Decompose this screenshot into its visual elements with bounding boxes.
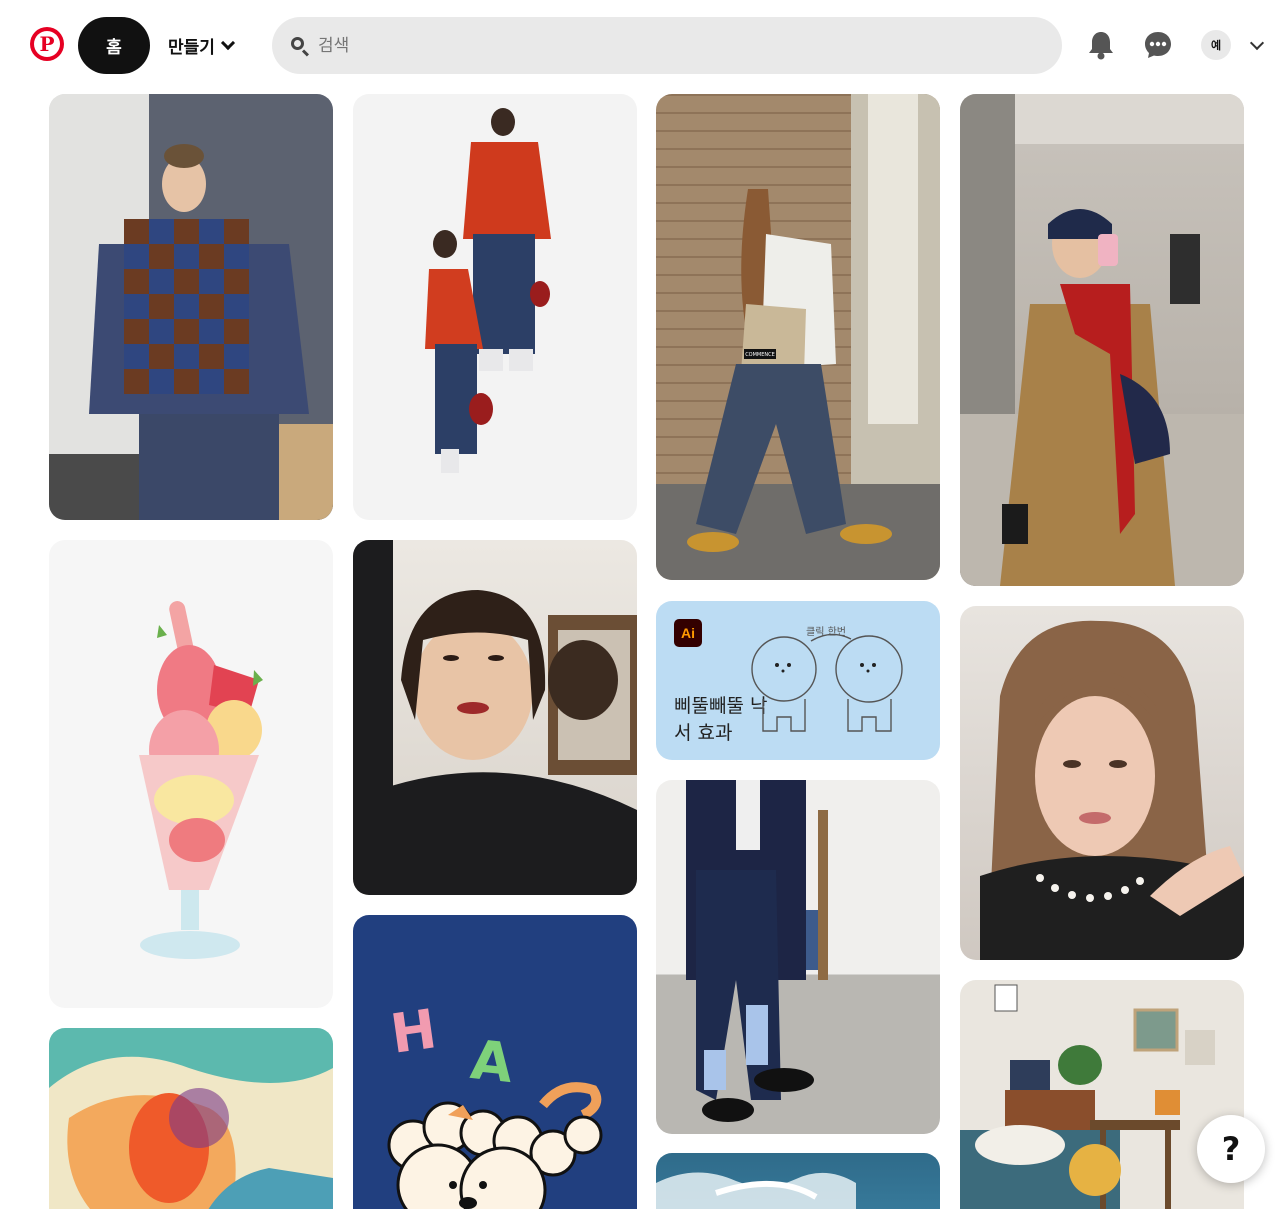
pinterest-p-glyph: P xyxy=(34,31,60,57)
search-icon xyxy=(290,36,310,57)
pin-gradient-abstract[interactable] xyxy=(49,1028,333,1209)
pin-red-sweater-denim[interactable] xyxy=(353,94,637,520)
pin-strawberry-parfait-illustration[interactable] xyxy=(49,540,333,1008)
messages-bubble-icon[interactable] xyxy=(1140,27,1176,63)
notifications-bell-icon[interactable] xyxy=(1083,27,1119,63)
pin-image xyxy=(139,601,263,959)
pin-image xyxy=(425,108,551,473)
pin-denim-chair-outfit[interactable] xyxy=(656,780,940,1134)
pin-pearl-necklace-portrait[interactable] xyxy=(960,606,1244,960)
pin-image xyxy=(49,94,333,520)
pin-image xyxy=(960,94,1244,586)
pin-bob-haircut-portrait[interactable] xyxy=(353,540,637,895)
search-bar[interactable] xyxy=(272,17,1062,74)
pin-image xyxy=(656,1172,856,1209)
pin-illustrator-doodle-effect[interactable]: Ai 삐뚤빼뚤 낙서 효과 클릭 한번 xyxy=(656,601,940,760)
doodle-characters-illustration xyxy=(751,633,903,732)
avatar[interactable]: 예 xyxy=(1201,30,1231,60)
pin-image xyxy=(960,984,1215,1209)
pin-checkered-vest-outfit[interactable] xyxy=(49,94,333,520)
pin-image xyxy=(49,1056,333,1209)
pin-image: COMMENCE xyxy=(656,94,940,580)
illustrator-badge: Ai xyxy=(674,619,702,647)
dog-illustration xyxy=(387,1082,603,1209)
pinterest-logo-icon[interactable]: P xyxy=(30,27,64,61)
pin-brick-wall-walking[interactable]: COMMENCE xyxy=(656,94,940,580)
help-button[interactable]: ? xyxy=(1197,1115,1265,1183)
pin-image xyxy=(686,780,828,1122)
create-label: 만들기 xyxy=(168,38,215,58)
create-menu-button[interactable]: 만들기 xyxy=(160,17,241,74)
happy-letter-h: H xyxy=(386,997,441,1066)
account-chevron-down-icon[interactable] xyxy=(1249,35,1265,51)
chevron-down-icon xyxy=(220,35,235,51)
top-nav: P 홈 만들기 예 xyxy=(0,0,1280,88)
bag-logo-text: COMMENCE xyxy=(745,352,775,358)
pin-image xyxy=(980,620,1244,960)
search-input[interactable] xyxy=(318,35,1018,56)
pin-cozy-room-interior[interactable] xyxy=(960,980,1244,1209)
pin-happy-dog-illustration[interactable]: H A xyxy=(353,915,637,1209)
pin-lobby-coat-selfie[interactable] xyxy=(960,94,1244,586)
pin-ocean-waves[interactable] xyxy=(656,1153,940,1209)
home-button[interactable]: 홈 xyxy=(78,17,150,74)
pin-image xyxy=(353,540,637,895)
